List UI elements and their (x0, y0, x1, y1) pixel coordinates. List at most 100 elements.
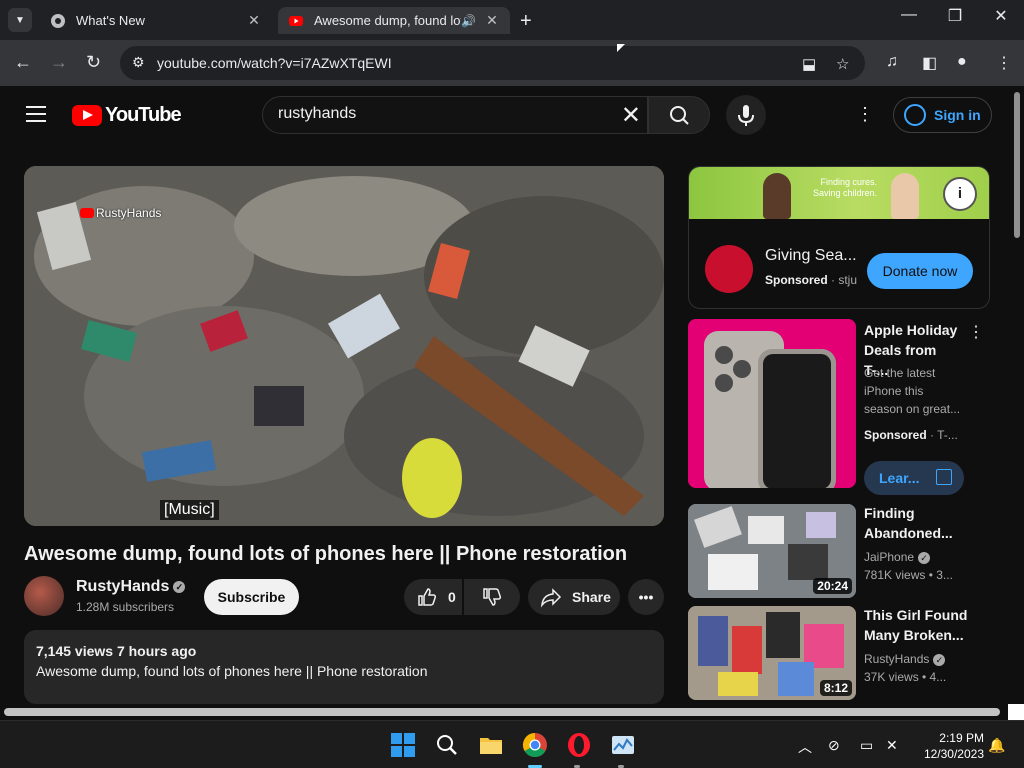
channel-watermark: RustyHands (80, 206, 161, 220)
channel-name: RustyHands (864, 652, 930, 666)
chrome-menu-icon[interactable]: ⋮ (996, 53, 1012, 73)
microphone-icon (738, 105, 754, 126)
profile-icon[interactable]: ● (957, 53, 967, 71)
tab-search-button[interactable]: ▼ (8, 8, 32, 32)
ad-card[interactable]: Finding cures. Saving children. i Giving… (688, 166, 990, 309)
share-label: Share (572, 589, 611, 605)
horizontal-scrollbar[interactable] (0, 704, 1024, 720)
recommendation-title[interactable]: This Girl Found Many Broken... (864, 605, 974, 645)
advertiser-logo (705, 245, 753, 293)
tab-youtube-video[interactable]: Awesome dump, found lots of phones here … (278, 7, 510, 34)
display-icon[interactable]: ▭ (860, 737, 873, 754)
more-vertical-icon[interactable]: ⋮ (968, 322, 984, 342)
close-tab-icon[interactable]: ✕ (246, 12, 262, 29)
sponsored-label: Sponsored (864, 428, 927, 442)
restore-button[interactable]: ❐ (932, 6, 978, 26)
like-button[interactable]: 0 (404, 579, 462, 615)
learn-more-button[interactable]: Lear... (864, 461, 964, 495)
promo-thumbnail[interactable] (688, 319, 856, 488)
media-control-icon[interactable]: ♫ (886, 53, 898, 71)
browser-toolbar: ← → ↻ ⚙ youtube.com/watch?v=i7AZwXTqEWI … (0, 40, 1024, 86)
opera-icon[interactable] (566, 732, 592, 758)
youtube-play-icon (72, 105, 102, 126)
forward-button[interactable]: → (50, 52, 68, 73)
promo-sponsored-line: Sponsored · T-... (864, 428, 958, 442)
promo-description: Get the latest iPhone this season on gre… (864, 366, 961, 416)
vertical-scrollbar[interactable] (1010, 88, 1024, 704)
video-player[interactable]: RustyHands [Music] (24, 166, 664, 526)
scrollbar-thumb[interactable] (1014, 92, 1020, 238)
chrome-icon[interactable] (522, 732, 548, 758)
settings-more-icon[interactable]: ⋮ (856, 104, 874, 125)
recommendation-thumbnail[interactable]: 20:24 (688, 504, 856, 598)
search-input[interactable] (278, 105, 598, 123)
phone-product-image (688, 319, 856, 488)
watermark-text: RustyHands (96, 206, 162, 220)
task-manager-icon[interactable] (610, 732, 636, 758)
new-tab-button[interactable]: + (520, 10, 532, 33)
youtube-logo[interactable]: YouTube (72, 104, 182, 127)
close-window-button[interactable]: ✕ (978, 6, 1024, 26)
channel-name: JaiPhone (864, 550, 915, 564)
install-app-icon[interactable]: ⬓ (802, 55, 816, 73)
video-title: Awesome dump, found lots of phones here … (24, 543, 628, 565)
tab-whats-new[interactable]: What's New ✕ (40, 7, 272, 34)
share-icon (541, 588, 562, 608)
voice-search-button[interactable] (726, 95, 766, 135)
logo-text: YouTube (105, 104, 182, 126)
chevron-up-icon[interactable]: ︿ (798, 737, 812, 757)
sign-in-button[interactable]: Sign in (893, 97, 992, 133)
close-tab-icon[interactable]: ✕ (484, 12, 500, 29)
advertiser-name: T-... (937, 428, 958, 442)
tab-title: Awesome dump, found lots of phones here … (314, 13, 461, 28)
recommendation-meta: 781K views • 3... (864, 568, 953, 582)
channel-avatar[interactable] (24, 576, 64, 616)
file-explorer-icon[interactable] (478, 732, 504, 758)
description-box[interactable]: 7,145 views 7 hours ago Awesome dump, fo… (24, 630, 664, 704)
recommendation-thumbnail[interactable]: 8:12 (688, 606, 856, 700)
channel-name[interactable]: RustyHands (76, 578, 169, 595)
scrollbar-corner (1008, 704, 1024, 720)
recommendation-channel: JaiPhone ✓ (864, 550, 931, 564)
speaker-icon[interactable]: 🔊 (461, 14, 476, 28)
search-button[interactable] (648, 96, 710, 134)
site-info-icon[interactable]: ⚙ (132, 54, 145, 71)
scrollbar-thumb[interactable] (4, 708, 1000, 716)
url-text: youtube.com/watch?v=i7AZwXTqEWI (157, 55, 392, 71)
network-icon[interactable]: ⊘ (828, 737, 840, 754)
channel-name-row[interactable]: RustyHands ✓ (76, 578, 186, 596)
bookmark-star-icon[interactable]: ☆ (836, 55, 849, 73)
donate-button[interactable]: Donate now (867, 253, 973, 289)
description-text: Awesome dump, found lots of phones here … (36, 663, 428, 679)
volume-muted-icon[interactable]: ✕ (886, 737, 898, 754)
side-panel-icon[interactable]: ◧ (922, 53, 937, 73)
verified-icon: ✓ (173, 580, 186, 593)
search-icon (670, 106, 689, 125)
search-icon[interactable] (434, 732, 460, 758)
address-bar[interactable]: ⚙ youtube.com/watch?v=i7AZwXTqEWI ⬓ ☆ (120, 46, 865, 80)
share-button[interactable]: Share (528, 579, 620, 615)
video-frame-image (24, 166, 664, 526)
system-clock[interactable]: 2:19 PM 12/30/2023 (916, 730, 984, 762)
back-button[interactable]: ← (14, 52, 32, 73)
info-icon[interactable]: i (943, 177, 977, 211)
recommendation-title[interactable]: Finding Abandoned... (864, 503, 974, 543)
video-duration: 8:12 (819, 680, 852, 696)
verified-icon: ✓ (933, 653, 946, 666)
windows-start-icon[interactable] (390, 732, 416, 758)
reload-button[interactable]: ↻ (86, 52, 101, 73)
clock-time: 2:19 PM (939, 731, 984, 745)
browser-tab-strip: ▼ What's New ✕ Awesome dump, found lots … (0, 0, 1024, 40)
subscribe-button[interactable]: Subscribe (204, 579, 299, 615)
youtube-header: YouTube ✕ ⋮ Sign in (0, 86, 1024, 144)
view-stats: 7,145 views 7 hours ago (36, 643, 197, 659)
clear-search-icon[interactable]: ✕ (621, 101, 641, 130)
dislike-button[interactable] (464, 579, 520, 615)
youtube-play-icon (80, 208, 94, 218)
notification-bell-icon[interactable]: 🔔 (988, 737, 1005, 754)
menu-icon[interactable] (26, 106, 46, 122)
minimize-button[interactable]: — (886, 6, 932, 24)
verified-icon: ✓ (918, 551, 931, 564)
account-icon (904, 104, 926, 126)
more-actions-button[interactable]: ••• (628, 579, 664, 615)
